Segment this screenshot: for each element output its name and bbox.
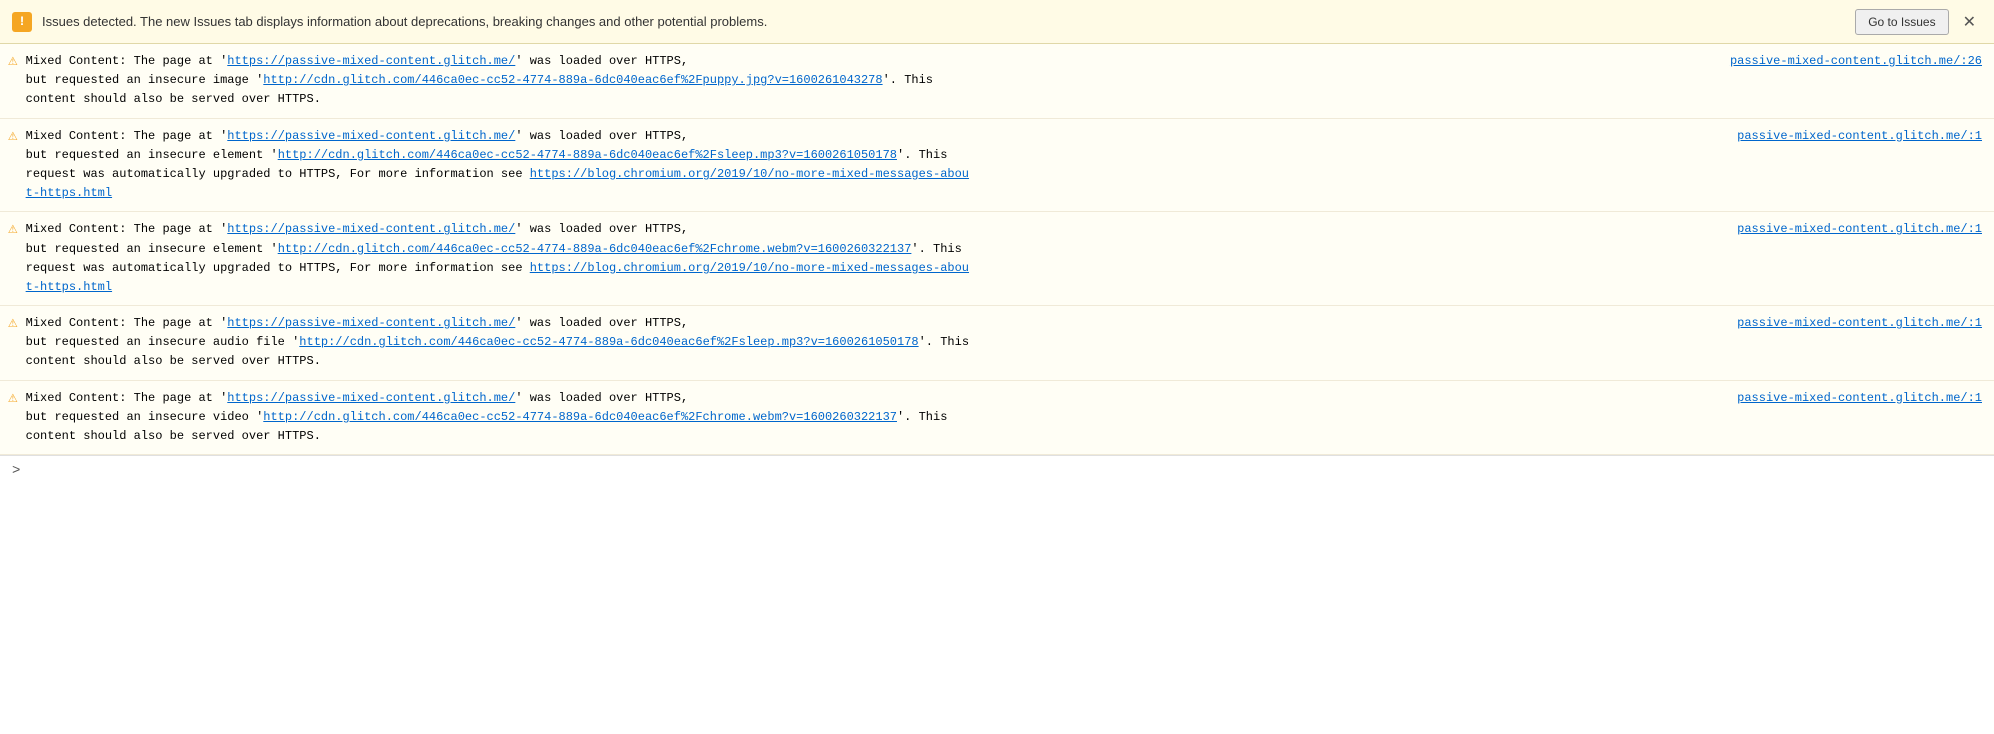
console-entry: ⚠ passive-mixed-content.glitch.me/:1 Mix…: [0, 381, 1994, 456]
page-url-link[interactable]: https://passive-mixed-content.glitch.me/: [227, 129, 515, 143]
warning-icon: ⚠: [8, 390, 18, 406]
console-entry: ⚠ passive-mixed-content.glitch.me/:1 Mix…: [0, 119, 1994, 213]
console-entry: ⚠ passive-mixed-content.glitch.me/:1 Mix…: [0, 306, 1994, 381]
console-entry: ⚠ passive-mixed-content.glitch.me/:1 Mix…: [0, 212, 1994, 306]
resource-url-link[interactable]: http://cdn.glitch.com/446ca0ec-cc52-4774…: [278, 242, 912, 256]
page-url-link[interactable]: https://passive-mixed-content.glitch.me/: [227, 316, 515, 330]
console-area: ⚠ passive-mixed-content.glitch.me/:26 Mi…: [0, 44, 1994, 455]
source-link[interactable]: passive-mixed-content.glitch.me/:1: [1737, 127, 1982, 146]
source-link[interactable]: passive-mixed-content.glitch.me/:1: [1737, 220, 1982, 239]
banner-left: ! Issues detected. The new Issues tab di…: [12, 12, 1855, 32]
close-button[interactable]: ✕: [1957, 10, 1982, 34]
entry-content: passive-mixed-content.glitch.me/:1 Mixed…: [26, 389, 1982, 447]
banner-message: Issues detected. The new Issues tab disp…: [42, 14, 767, 29]
issues-banner: ! Issues detected. The new Issues tab di…: [0, 0, 1994, 44]
go-to-issues-button[interactable]: Go to Issues: [1855, 9, 1948, 35]
entry-content: passive-mixed-content.glitch.me/:1 Mixed…: [26, 127, 1982, 204]
console-entry: ⚠ passive-mixed-content.glitch.me/:26 Mi…: [0, 44, 1994, 119]
chevron-icon[interactable]: >: [12, 463, 20, 479]
blog-link[interactable]: https://blog.chromium.org/2019/10/no-mor…: [26, 261, 969, 294]
source-link[interactable]: passive-mixed-content.glitch.me/:1: [1737, 314, 1982, 333]
source-link[interactable]: passive-mixed-content.glitch.me/:1: [1737, 389, 1982, 408]
warning-icon: ⚠: [8, 128, 18, 144]
resource-url-link[interactable]: http://cdn.glitch.com/446ca0ec-cc52-4774…: [278, 148, 897, 162]
source-link[interactable]: passive-mixed-content.glitch.me/:26: [1730, 52, 1982, 71]
warning-icon: ⚠: [8, 53, 18, 69]
resource-url-link[interactable]: http://cdn.glitch.com/446ca0ec-cc52-4774…: [263, 73, 882, 87]
banner-warning-icon: !: [12, 12, 32, 32]
entry-content: passive-mixed-content.glitch.me/:1 Mixed…: [26, 314, 1982, 372]
warning-icon: ⚠: [8, 315, 18, 331]
page-url-link[interactable]: https://passive-mixed-content.glitch.me/: [227, 54, 515, 68]
resource-url-link[interactable]: http://cdn.glitch.com/446ca0ec-cc52-4774…: [263, 410, 897, 424]
resource-url-link[interactable]: http://cdn.glitch.com/446ca0ec-cc52-4774…: [299, 335, 918, 349]
warning-icon: ⚠: [8, 221, 18, 237]
bottom-bar: >: [0, 455, 1994, 485]
page-url-link[interactable]: https://passive-mixed-content.glitch.me/: [227, 222, 515, 236]
entry-content: passive-mixed-content.glitch.me/:1 Mixed…: [26, 220, 1982, 297]
blog-link[interactable]: https://blog.chromium.org/2019/10/no-mor…: [26, 167, 969, 200]
page-url-link[interactable]: https://passive-mixed-content.glitch.me/: [227, 391, 515, 405]
entry-content: passive-mixed-content.glitch.me/:26 Mixe…: [26, 52, 1982, 110]
